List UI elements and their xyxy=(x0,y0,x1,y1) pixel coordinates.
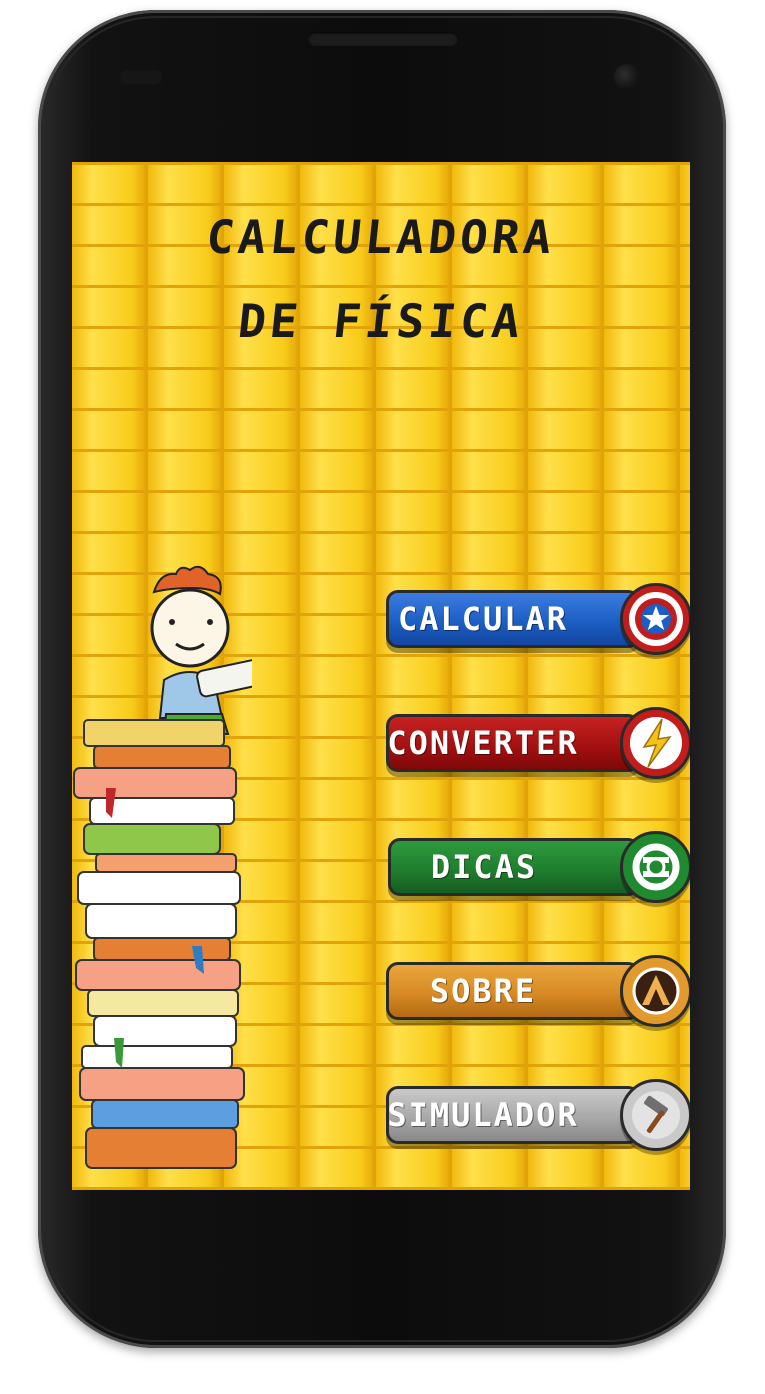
earpiece-speaker xyxy=(308,32,458,46)
a-logo-graphic xyxy=(632,967,680,1015)
a-logo-icon[interactable] xyxy=(620,955,690,1027)
sobre-button[interactable]: SOBRE xyxy=(386,962,640,1020)
shield-star-icon[interactable] xyxy=(620,583,690,655)
hammer-icon[interactable] xyxy=(620,1079,690,1151)
converter-button[interactable]: CONVERTER xyxy=(386,714,640,772)
shield-star-graphic xyxy=(629,592,683,646)
dicas-button[interactable]: DICAS xyxy=(388,838,640,896)
lightning-bolt-graphic xyxy=(630,717,682,769)
hammer-graphic xyxy=(632,1091,680,1139)
book-stack xyxy=(73,719,245,1169)
app-title-line-1: CALCULADORA xyxy=(203,210,559,264)
dicas-button-label: DICAS xyxy=(430,848,538,886)
calcular-button-label: CALCULAR xyxy=(397,600,569,638)
simulador-button[interactable]: SIMULADOR xyxy=(386,1086,640,1144)
boy-reading-on-books-icon xyxy=(73,565,252,1169)
sobre-button-label: SOBRE xyxy=(429,972,537,1010)
converter-button-label: CONVERTER xyxy=(387,724,579,762)
lantern-ring-graphic xyxy=(632,843,680,891)
simulador-button-label: SIMULADOR xyxy=(387,1096,579,1134)
lantern-ring-icon[interactable] xyxy=(620,831,690,903)
app-title-line-2: DE FÍSICA xyxy=(235,294,527,348)
calcular-button[interactable]: CALCULAR xyxy=(386,590,640,648)
front-camera-icon xyxy=(614,64,640,90)
lightning-bolt-icon[interactable] xyxy=(620,707,690,779)
app-screen: CALCULADORA DE FÍSICA CALCULAR CONVERTER… xyxy=(72,162,690,1190)
proximity-sensor xyxy=(120,70,162,84)
